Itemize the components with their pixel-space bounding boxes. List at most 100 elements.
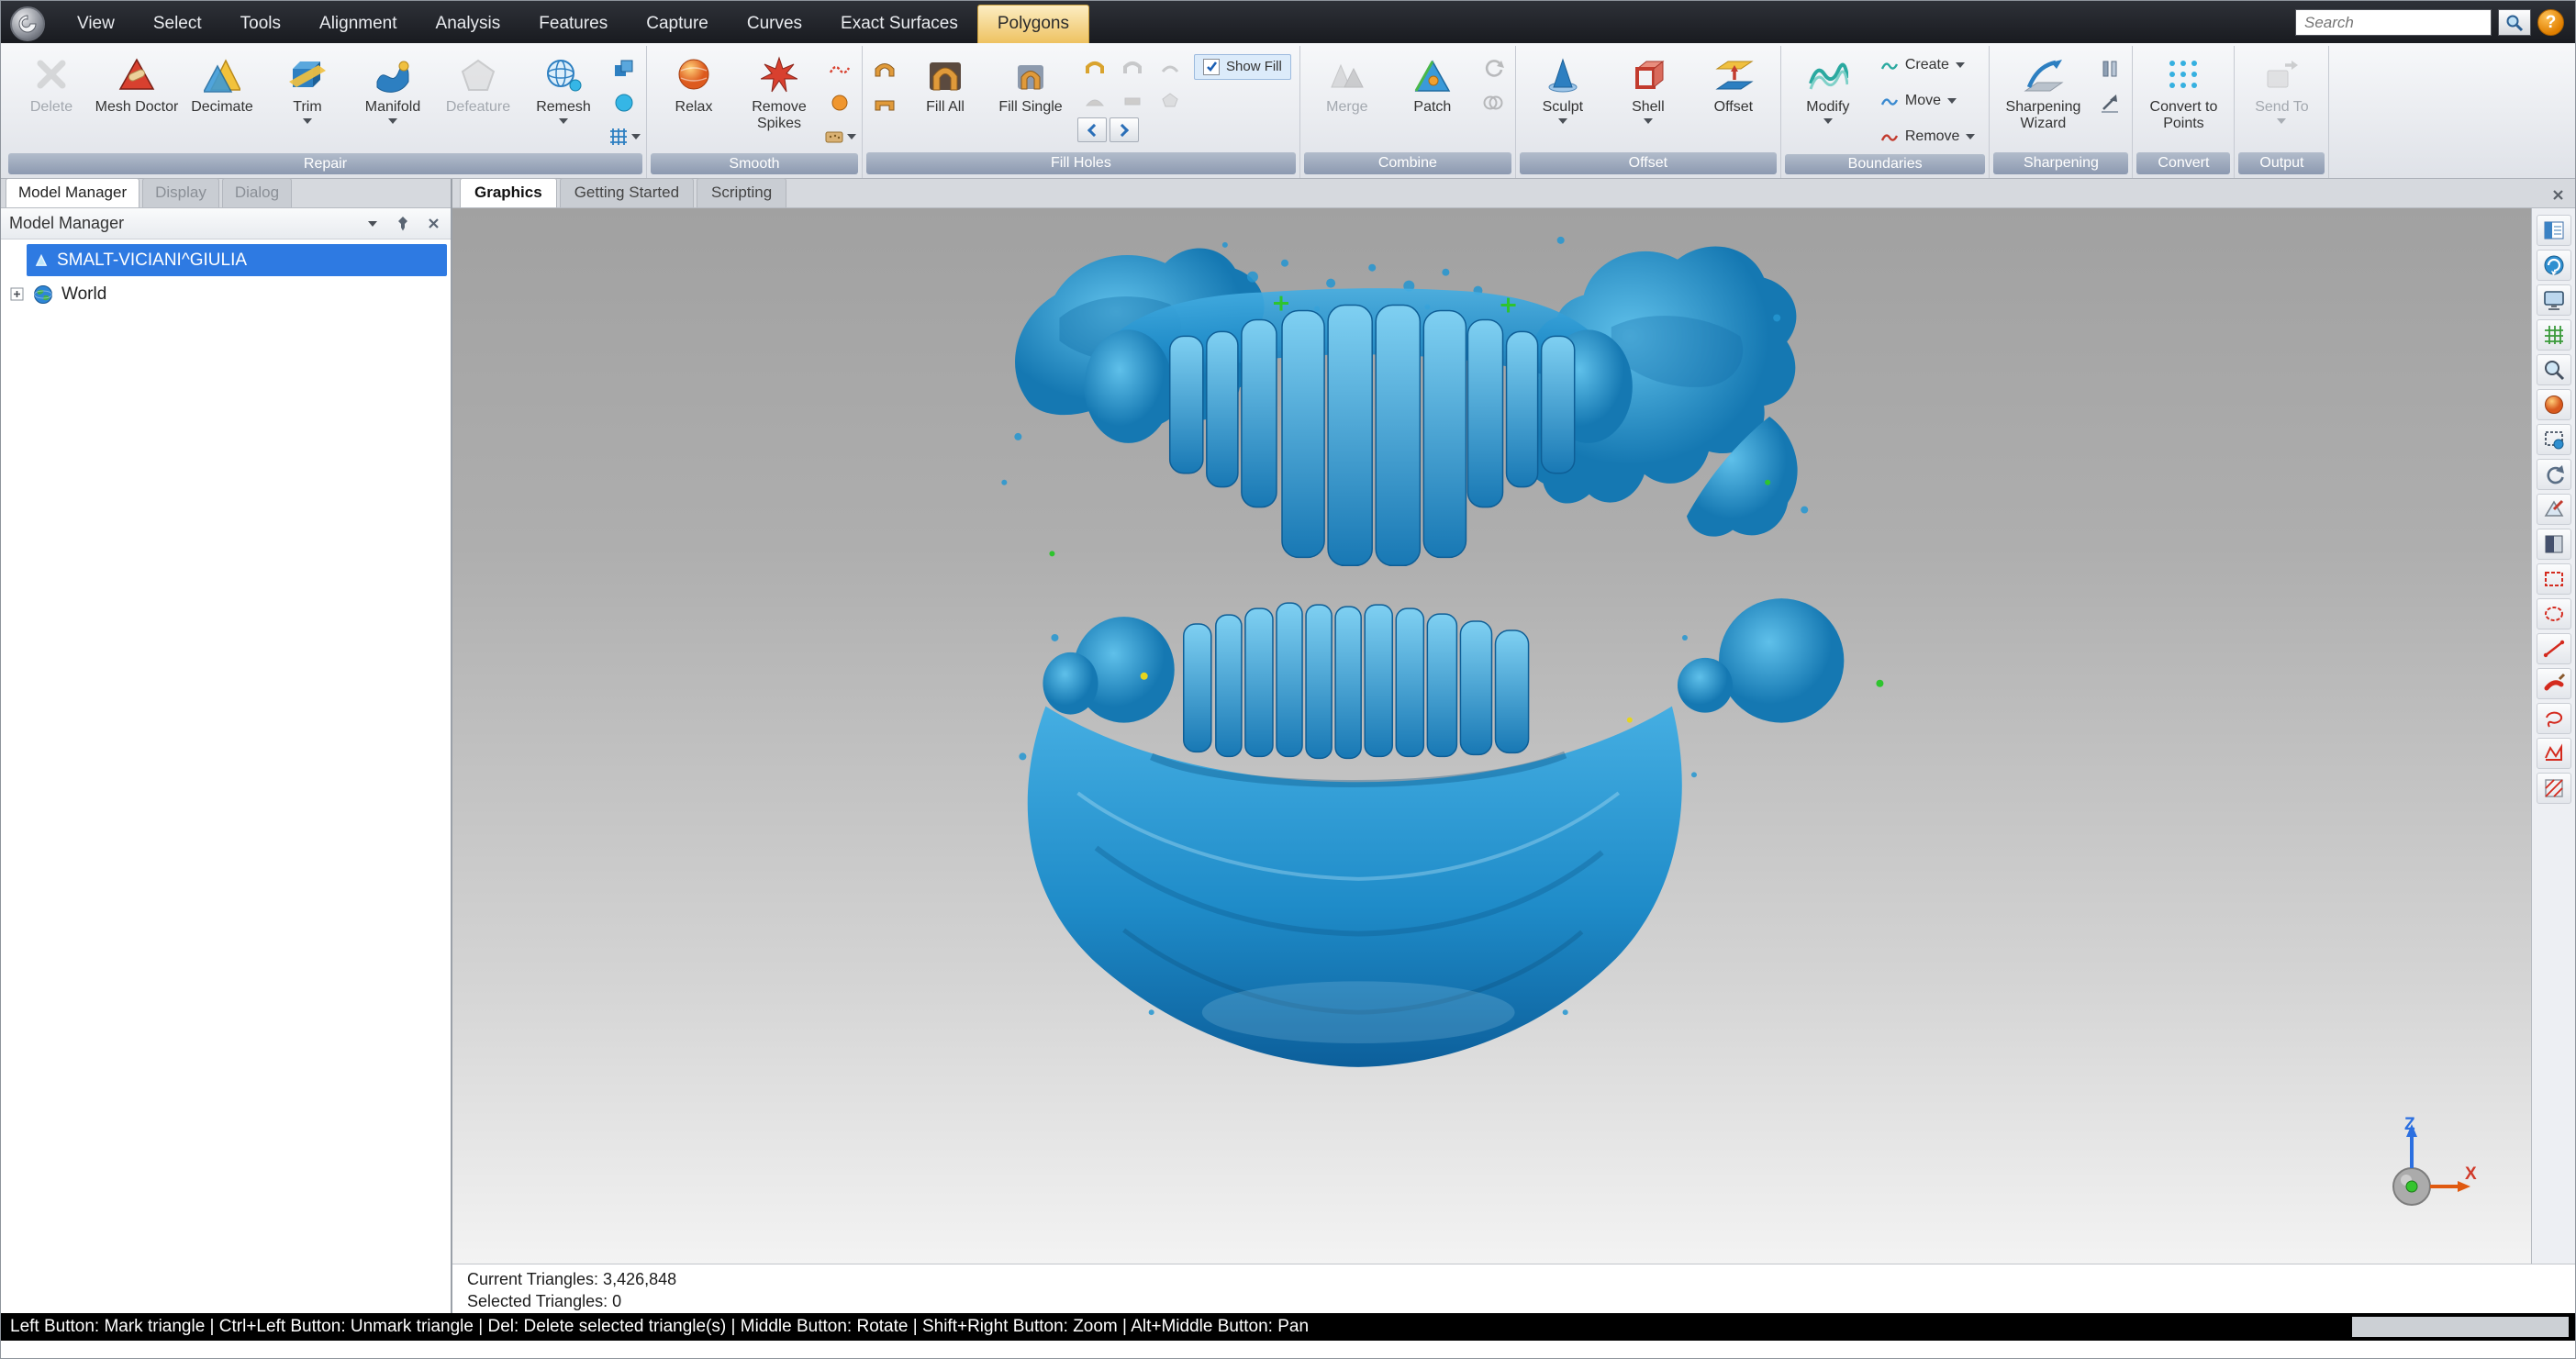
menu-tab-alignment[interactable]: Alignment bbox=[300, 6, 417, 43]
hole-curvature-icon[interactable] bbox=[1077, 51, 1112, 82]
edit-triangles-icon[interactable] bbox=[2537, 494, 2571, 525]
smooth-ball-icon[interactable] bbox=[822, 87, 857, 117]
make-manifold-ball-icon[interactable] bbox=[607, 87, 641, 117]
select-ellipse-icon[interactable] bbox=[2537, 598, 2571, 629]
search-input[interactable] bbox=[2295, 9, 2492, 36]
search-button[interactable] bbox=[2498, 9, 2531, 36]
menu-tab-capture[interactable]: Capture bbox=[627, 6, 728, 43]
relax-button[interactable]: Relax bbox=[652, 47, 736, 151]
move-boundary-item[interactable]: Move bbox=[1871, 84, 1985, 117]
decimate-button[interactable]: Decimate bbox=[180, 47, 264, 151]
merge-button[interactable]: Merge bbox=[1305, 47, 1389, 150]
reduce-noise-icon[interactable] bbox=[822, 53, 857, 84]
group-label-sharpening: Sharpening bbox=[1993, 152, 2128, 174]
convert-to-points-button[interactable]: Convert to Points bbox=[2137, 47, 2229, 150]
trim-button[interactable]: Trim bbox=[265, 47, 350, 151]
fill-all-button[interactable]: Fill All bbox=[903, 47, 987, 150]
fill-partial-icon[interactable] bbox=[1077, 84, 1112, 115]
tree-item-model[interactable]: SMALT-VICIANI^GIULIA bbox=[27, 244, 447, 276]
boolean-intersect-icon[interactable] bbox=[1476, 87, 1511, 117]
mesh-doctor-button[interactable]: Mesh Doctor bbox=[95, 47, 179, 151]
remesh-button[interactable]: Remesh bbox=[521, 47, 606, 151]
modify-boundary-button[interactable]: Modify bbox=[1786, 47, 1870, 152]
tab-model-manager[interactable]: Model Manager bbox=[6, 178, 139, 207]
offset-icon bbox=[1713, 51, 1754, 97]
deviation-arrow-icon[interactable] bbox=[2092, 87, 2127, 117]
window-footer bbox=[1, 1341, 2575, 1358]
expander-plus-icon[interactable] bbox=[10, 287, 25, 302]
menu-tab-tools[interactable]: Tools bbox=[221, 6, 300, 43]
hole-flat-icon[interactable] bbox=[1153, 51, 1188, 82]
menu-tab-curves[interactable]: Curves bbox=[728, 6, 821, 43]
remove-boundary-item[interactable]: Remove bbox=[1871, 120, 1985, 152]
tab-graphics[interactable]: Graphics bbox=[460, 178, 557, 207]
sharpen-edges-icon[interactable] bbox=[2092, 53, 2127, 84]
create-boundary-item[interactable]: Create bbox=[1871, 49, 1985, 81]
shell-button[interactable]: Shell bbox=[1606, 47, 1690, 150]
document-close-icon[interactable] bbox=[2549, 186, 2566, 203]
select-paintbrush-icon[interactable] bbox=[2537, 668, 2571, 699]
defeature-button[interactable]: Defeature bbox=[436, 47, 520, 151]
zoom-icon[interactable] bbox=[2537, 354, 2571, 385]
remove-spikes-button[interactable]: Remove Spikes bbox=[737, 47, 821, 151]
delete-button[interactable]: Delete bbox=[9, 47, 94, 151]
tab-dialog[interactable]: Dialog bbox=[222, 178, 292, 207]
app-logo-icon[interactable] bbox=[10, 6, 45, 41]
hole-tangent-icon[interactable] bbox=[1115, 51, 1150, 82]
boolean-union-icon[interactable] bbox=[1476, 53, 1511, 84]
model-manager-toggle-icon[interactable] bbox=[2537, 215, 2571, 246]
menu-tab-polygons[interactable]: Polygons bbox=[977, 5, 1089, 43]
pane-close-icon[interactable] bbox=[424, 215, 442, 233]
checkbox-icon bbox=[1203, 59, 1220, 75]
tree-item-world[interactable]: World bbox=[1, 278, 451, 310]
stitch-icon[interactable] bbox=[607, 53, 641, 84]
menu-tab-exact-surfaces[interactable]: Exact Surfaces bbox=[821, 6, 977, 43]
sculpt-button[interactable]: Sculpt bbox=[1521, 47, 1605, 150]
sharpening-wizard-button[interactable]: Sharpening Wizard bbox=[1994, 47, 2091, 150]
backface-toggle-icon[interactable] bbox=[2537, 529, 2571, 560]
show-fill-checkbox[interactable]: Show Fill bbox=[1194, 54, 1291, 80]
menu-tab-select[interactable]: Select bbox=[134, 6, 221, 43]
display-settings-icon[interactable] bbox=[2537, 284, 2571, 316]
select-line-icon[interactable] bbox=[2537, 633, 2571, 664]
wireframe-toggle-icon[interactable] bbox=[2537, 319, 2571, 351]
select-custom-region-icon[interactable] bbox=[2537, 773, 2571, 804]
fill-single-button[interactable]: Fill Single bbox=[988, 47, 1073, 150]
ribbon-toolbar: Delete Mesh Doctor Decimate Trim bbox=[1, 43, 2575, 179]
select-rectangle-icon[interactable] bbox=[2537, 563, 2571, 595]
orientation-axis-widget[interactable]: Z X bbox=[2359, 1115, 2478, 1223]
select-polygon-icon[interactable] bbox=[2537, 738, 2571, 769]
reset-view-icon[interactable] bbox=[2537, 459, 2571, 490]
refine-grid-icon[interactable] bbox=[607, 121, 641, 151]
offset-button[interactable]: Offset bbox=[1691, 47, 1776, 150]
fill-bridge-small-icon[interactable] bbox=[1115, 84, 1150, 115]
menu-tab-features[interactable]: Features bbox=[519, 6, 627, 43]
select-lasso-icon[interactable] bbox=[2537, 703, 2571, 734]
manifold-button[interactable]: Manifold bbox=[351, 47, 435, 151]
zoom-window-icon[interactable] bbox=[2537, 424, 2571, 455]
shell-dropdown-caret bbox=[1644, 118, 1653, 124]
pane-pin-icon[interactable] bbox=[394, 215, 412, 233]
help-button[interactable]: ? bbox=[2537, 9, 2564, 36]
dental-scan-model[interactable] bbox=[452, 208, 2531, 1264]
menu-tab-analysis[interactable]: Analysis bbox=[417, 6, 520, 43]
sandpaper-icon[interactable] bbox=[822, 121, 857, 151]
mesh-doctor-icon bbox=[118, 51, 155, 97]
shaded-view-icon[interactable] bbox=[2537, 389, 2571, 420]
tab-display[interactable]: Display bbox=[142, 178, 219, 207]
previous-hole-button[interactable] bbox=[1077, 117, 1107, 142]
patch-button[interactable]: Patch bbox=[1390, 47, 1475, 150]
menu-tab-view[interactable]: View bbox=[58, 6, 134, 43]
move-boundary-icon bbox=[1880, 95, 1899, 107]
tab-getting-started[interactable]: Getting Started bbox=[560, 178, 694, 207]
send-to-button[interactable]: Send To bbox=[2239, 47, 2324, 150]
bridge-curvature-icon[interactable] bbox=[867, 53, 902, 84]
fill-polygon-icon[interactable] bbox=[1153, 84, 1188, 115]
tab-scripting[interactable]: Scripting bbox=[697, 178, 786, 207]
next-hole-button[interactable] bbox=[1110, 117, 1139, 142]
rotate-view-icon[interactable] bbox=[2537, 250, 2571, 281]
viewport-3d[interactable]: Z X bbox=[452, 208, 2531, 1264]
bridge-flat-icon[interactable] bbox=[867, 87, 902, 117]
pane-menu-caret-icon[interactable] bbox=[363, 215, 382, 233]
relax-icon bbox=[675, 51, 712, 97]
